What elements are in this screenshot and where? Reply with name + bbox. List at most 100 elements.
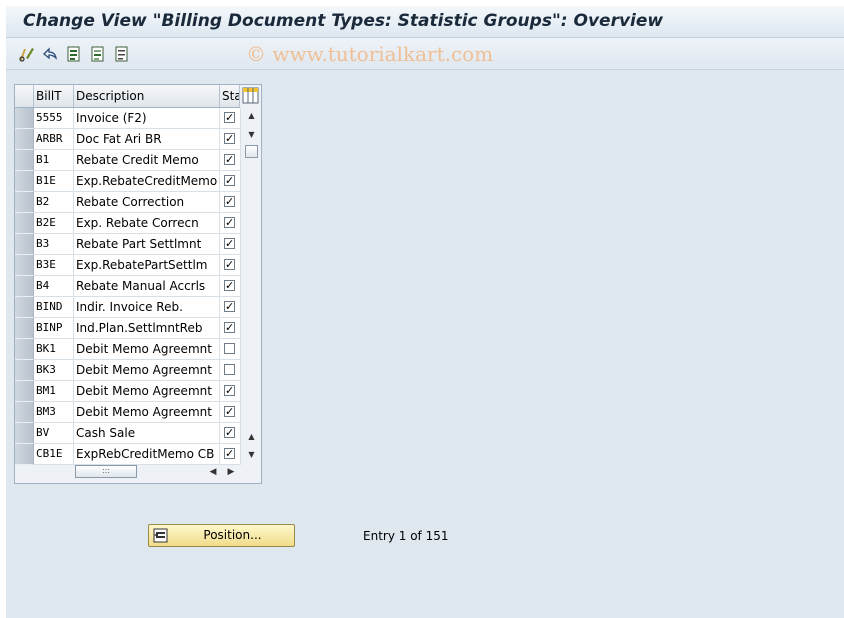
- table-row: B3 Rebate Part Settlmnt ✓: [15, 234, 241, 255]
- table-row: B4 Rebate Manual Accrls ✓: [15, 276, 241, 297]
- edit-glasses-icon[interactable]: [18, 45, 36, 63]
- cell-bill-type: B1E: [34, 171, 74, 192]
- block-select-icon[interactable]: [113, 45, 131, 63]
- vertical-scrollbar[interactable]: ▲ ▼ ▲ ▼: [242, 108, 261, 464]
- cell-statistics: ✓: [220, 213, 241, 234]
- row-selector[interactable]: [15, 234, 34, 255]
- statistics-checkbox[interactable]: ✓: [224, 175, 235, 186]
- column-header-description[interactable]: Description: [74, 85, 220, 108]
- row-selector[interactable]: [15, 171, 34, 192]
- row-selector[interactable]: [15, 108, 34, 129]
- row-selector[interactable]: [15, 192, 34, 213]
- scroll-page-down-icon[interactable]: ▼: [246, 130, 257, 140]
- cell-bill-type: B3E: [34, 255, 74, 276]
- row-selector[interactable]: [15, 381, 34, 402]
- column-header-statistics[interactable]: Sta: [220, 85, 240, 108]
- cell-description: Rebate Correction: [74, 192, 220, 213]
- statistics-checkbox[interactable]: ✓: [224, 196, 235, 207]
- row-selector[interactable]: [15, 276, 34, 297]
- application-toolbar: © www.tutorialkart.com: [6, 38, 844, 70]
- cell-statistics: ✓: [220, 171, 241, 192]
- cell-description: Invoice (F2): [74, 108, 220, 129]
- statistics-checkbox[interactable]: ✓: [224, 322, 235, 333]
- scroll-left-icon[interactable]: ◀: [208, 466, 218, 478]
- cell-statistics: ✓: [220, 423, 241, 444]
- row-selector[interactable]: [15, 318, 34, 339]
- scroll-up-icon[interactable]: ▲: [246, 111, 257, 121]
- statistics-checkbox[interactable]: ✓: [224, 427, 235, 438]
- cell-description: Rebate Credit Memo: [74, 150, 220, 171]
- cell-bill-type: B2: [34, 192, 74, 213]
- cell-description: Debit Memo Agreemnt: [74, 381, 220, 402]
- cell-statistics: ✓: [220, 150, 241, 171]
- cell-statistics: ✓: [220, 381, 241, 402]
- sap-window: Change View "Billing Document Types: Sta…: [6, 6, 844, 618]
- statistics-checkbox[interactable]: ✓: [224, 448, 235, 459]
- table-row: BK3 Debit Memo Agreemnt: [15, 360, 241, 381]
- row-selector[interactable]: [15, 360, 34, 381]
- scroll-right-icon[interactable]: ▶: [226, 466, 236, 478]
- scroll-page-up-icon[interactable]: ▲: [246, 432, 257, 442]
- table-row: CB1E ExpRebCreditMemo CB ✓: [15, 444, 241, 465]
- horizontal-scrollbar[interactable]: ::: ◀ ▶: [75, 464, 241, 482]
- cell-bill-type: ARBR: [34, 129, 74, 150]
- deselect-icon[interactable]: [89, 45, 107, 63]
- entry-counter: Entry 1 of 151: [363, 529, 449, 543]
- statistic-groups-table: BillT Description Sta 5555 Invoice (F2) ✓ A…: [14, 84, 262, 484]
- table-row: B2 Rebate Correction ✓: [15, 192, 241, 213]
- select-all-icon[interactable]: [65, 45, 83, 63]
- statistics-checkbox[interactable]: [224, 364, 235, 375]
- cell-statistics: ✓: [220, 255, 241, 276]
- cell-bill-type: BM3: [34, 402, 74, 423]
- cell-statistics: ✓: [220, 129, 241, 150]
- horizontal-scroll-thumb[interactable]: :::: [75, 465, 137, 478]
- row-selector[interactable]: [15, 255, 34, 276]
- undo-icon[interactable]: [41, 45, 59, 63]
- row-selector[interactable]: [15, 402, 34, 423]
- cell-bill-type: B4: [34, 276, 74, 297]
- statistics-checkbox[interactable]: ✓: [224, 259, 235, 270]
- row-selector[interactable]: [15, 129, 34, 150]
- statistics-checkbox[interactable]: [224, 343, 235, 354]
- select-all-rows-header[interactable]: [15, 85, 34, 108]
- cell-description: Ind.Plan.SettlmntReb: [74, 318, 220, 339]
- cell-description: Exp.RebatePartSettlm: [74, 255, 220, 276]
- table-row: BIND Indir. Invoice Reb. ✓: [15, 297, 241, 318]
- statistics-checkbox[interactable]: ✓: [224, 385, 235, 396]
- cell-statistics: ✓: [220, 234, 241, 255]
- statistics-checkbox[interactable]: ✓: [224, 280, 235, 291]
- statistics-checkbox[interactable]: ✓: [224, 112, 235, 123]
- statistics-checkbox[interactable]: ✓: [224, 133, 235, 144]
- cell-statistics: ✓: [220, 402, 241, 423]
- cell-bill-type: B1: [34, 150, 74, 171]
- table-settings-icon[interactable]: [242, 87, 259, 104]
- table-row: B1E Exp.RebateCreditMemo ✓: [15, 171, 241, 192]
- statistics-checkbox[interactable]: ✓: [224, 217, 235, 228]
- position-button-label: Position...: [203, 528, 262, 542]
- statistics-checkbox[interactable]: ✓: [224, 301, 235, 312]
- cell-description: Debit Memo Agreemnt: [74, 360, 220, 381]
- watermark: © www.tutorialkart.com: [246, 42, 494, 66]
- row-selector[interactable]: [15, 339, 34, 360]
- position-button[interactable]: Position...: [148, 524, 295, 547]
- row-selector[interactable]: [15, 423, 34, 444]
- scroll-down-icon[interactable]: ▼: [246, 450, 257, 460]
- cell-bill-type: BV: [34, 423, 74, 444]
- vertical-scroll-thumb[interactable]: [245, 145, 258, 158]
- table-row: B2E Exp. Rebate Correcn ✓: [15, 213, 241, 234]
- column-header-bill-type[interactable]: BillT: [34, 85, 74, 108]
- cell-description: Doc Fat Ari BR: [74, 129, 220, 150]
- cell-description: Rebate Part Settlmnt: [74, 234, 220, 255]
- cell-statistics: [220, 360, 241, 381]
- table-row: B3E Exp.RebatePartSettlm ✓: [15, 255, 241, 276]
- row-selector[interactable]: [15, 150, 34, 171]
- statistics-checkbox[interactable]: ✓: [224, 238, 235, 249]
- statistics-checkbox[interactable]: ✓: [224, 406, 235, 417]
- statistics-checkbox[interactable]: ✓: [224, 154, 235, 165]
- cell-bill-type: CB1E: [34, 444, 74, 465]
- cell-bill-type: BIND: [34, 297, 74, 318]
- row-selector[interactable]: [15, 213, 34, 234]
- cell-bill-type: 5555: [34, 108, 74, 129]
- row-selector[interactable]: [15, 444, 34, 465]
- row-selector[interactable]: [15, 297, 34, 318]
